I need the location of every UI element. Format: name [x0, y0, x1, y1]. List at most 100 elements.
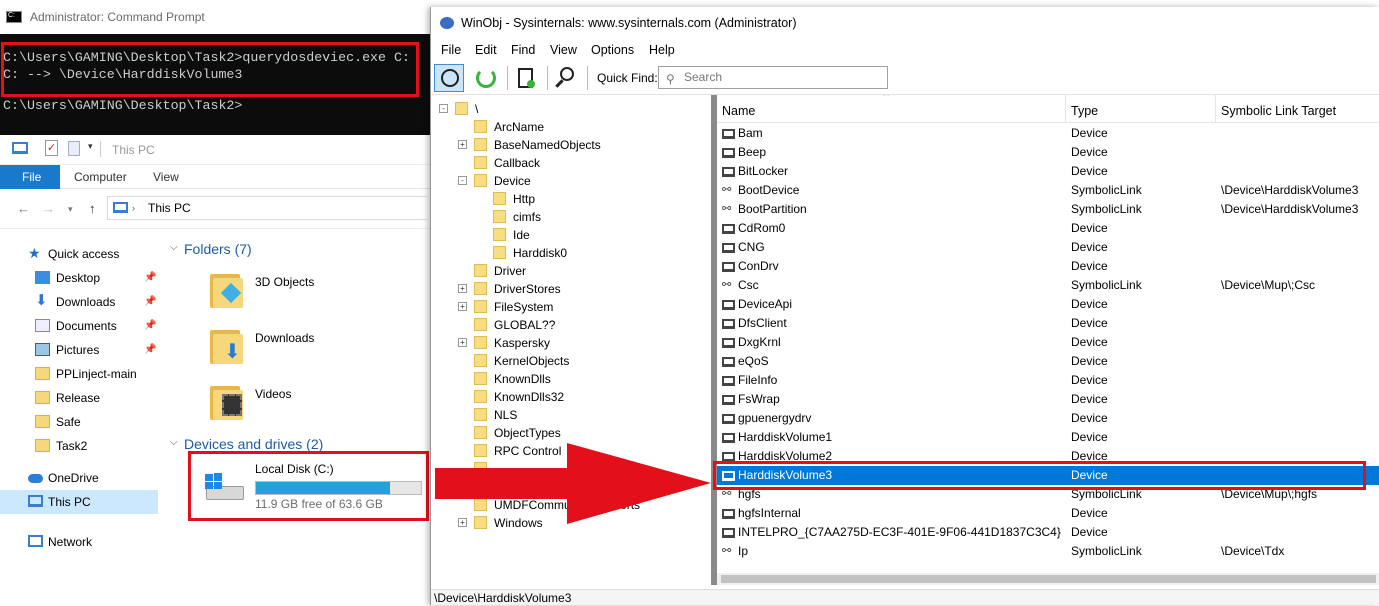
menu-options[interactable]: Options	[591, 43, 634, 57]
ribbon-tab-file[interactable]: File	[0, 165, 60, 189]
list-row[interactable]: FileInfo Device	[717, 371, 1379, 390]
nav-item-pplinject-main[interactable]: PPLinject-main	[0, 362, 158, 386]
tree-node[interactable]: Callback	[474, 154, 711, 172]
new-folder-icon[interactable]	[68, 141, 80, 156]
list-row[interactable]: DfsClient Device	[717, 314, 1379, 333]
ribbon-tab-computer[interactable]: Computer	[74, 165, 127, 189]
cmd-title-bar[interactable]: Administrator: Command Prompt	[0, 0, 440, 34]
tree-node[interactable]: - Device	[458, 172, 711, 190]
nav-item-this-pc[interactable]: This PC	[0, 490, 158, 514]
collapse-minus-icon[interactable]: -	[439, 104, 448, 113]
tree-node[interactable]: KnownDlls32	[474, 388, 711, 406]
folder-label[interactable]: Videos	[255, 387, 291, 401]
nav-item-desktop[interactable]: Desktop 📌	[0, 266, 158, 290]
nav-item-release[interactable]: Release	[0, 386, 158, 410]
tree-node[interactable]: + FileSystem	[458, 298, 711, 316]
drives-group-header[interactable]: ⌵ Devices and drives (2)	[170, 436, 323, 452]
column-symlink-target[interactable]: Symbolic Link Target	[1216, 95, 1379, 123]
tree-node[interactable]: KernelObjects	[474, 352, 711, 370]
column-type[interactable]: Type	[1066, 95, 1216, 123]
ribbon-tab-view[interactable]: View	[153, 165, 179, 189]
folders-group-header[interactable]: ⌵ Folders (7)	[170, 241, 252, 257]
list-row[interactable]: ⚯ Csc SymbolicLink \Device\Mup\;Csc	[717, 276, 1379, 295]
refresh-button[interactable]	[471, 64, 501, 92]
horizontal-scrollbar[interactable]	[717, 573, 1379, 585]
address-bar[interactable]: › This PC	[107, 196, 427, 220]
dropdown-icon[interactable]: ▾	[88, 141, 93, 152]
tree-node[interactable]: Http	[493, 190, 711, 208]
pin-icon[interactable]: 📌	[144, 290, 156, 314]
list-row[interactable]: ⚯ Ip SymbolicLink \Device\Tdx	[717, 542, 1379, 561]
tree-node[interactable]: cimfs	[493, 208, 711, 226]
folder-label[interactable]: 3D Objects	[255, 275, 314, 289]
forward-arrow-icon[interactable]: →	[42, 201, 55, 216]
menu-view[interactable]: View	[550, 43, 577, 57]
folder-videos-icon[interactable]	[210, 382, 244, 420]
tree-node[interactable]: ObjectTypes	[474, 424, 711, 442]
menu-help[interactable]: Help	[649, 43, 675, 57]
nav-item-network[interactable]: Network	[0, 530, 158, 554]
nav-item-onedrive[interactable]: OneDrive	[0, 466, 158, 490]
up-arrow-icon[interactable]: ↑	[89, 201, 96, 216]
folder-downloads-icon[interactable]: ⬇	[210, 326, 244, 364]
pin-icon[interactable]: 📌	[144, 266, 156, 290]
list-row[interactable]: CdRom0 Device	[717, 219, 1379, 238]
tree-node[interactable]: - \	[439, 100, 696, 118]
list-row[interactable]: ⚯ BootPartition SymbolicLink \Device\Harddi…	[717, 200, 1379, 219]
recent-chevron-icon[interactable]: ▾	[68, 204, 73, 215]
object-list[interactable]: Name ^ Type Symbolic Link Target Bam Devi…	[717, 95, 1379, 573]
nav-item-pictures[interactable]: Pictures 📌	[0, 338, 158, 362]
list-row[interactable]: CNG Device	[717, 238, 1379, 257]
tree-node[interactable]: + Kaspersky	[458, 334, 711, 352]
menu-edit[interactable]: Edit	[475, 43, 497, 57]
list-row[interactable]: ConDrv Device	[717, 257, 1379, 276]
menu-find[interactable]: Find	[511, 43, 535, 57]
column-name[interactable]: Name	[717, 95, 1066, 123]
list-row[interactable]: DxgKrnl Device	[717, 333, 1379, 352]
nav-item-safe[interactable]: Safe	[0, 410, 158, 434]
folder-3d-objects-icon[interactable]	[210, 270, 244, 308]
tree-node[interactable]: ArcName	[474, 118, 711, 136]
tree-node[interactable]: Harddisk0	[493, 244, 711, 262]
list-row[interactable]: FsWrap Device	[717, 390, 1379, 409]
expand-plus-icon[interactable]: +	[458, 302, 467, 311]
expand-plus-icon[interactable]: +	[458, 338, 467, 347]
quick-find-input[interactable]: ⚲ Search	[658, 66, 888, 89]
list-row[interactable]: gpuenergydrv Device	[717, 409, 1379, 428]
tree-node[interactable]: Ide	[493, 226, 711, 244]
nav-item-quick-access[interactable]: ★ Quick access	[0, 242, 158, 266]
list-row[interactable]: hgfsInternal Device	[717, 504, 1379, 523]
menu-file[interactable]: File	[441, 43, 461, 57]
back-arrow-icon[interactable]: ←	[17, 201, 30, 216]
expand-plus-icon[interactable]: +	[458, 284, 467, 293]
nav-item-documents[interactable]: Documents 📌	[0, 314, 158, 338]
list-row[interactable]: ⚯ BootDevice SymbolicLink \Device\HarddiskV…	[717, 181, 1379, 200]
list-row[interactable]: INTELPRO_{C7AA275D-EC3F-401E-9F06-441D18…	[717, 523, 1379, 542]
scrollbar-thumb[interactable]	[721, 575, 1376, 583]
tree-node[interactable]: + BaseNamedObjects	[458, 136, 711, 154]
tree-node[interactable]: Driver	[474, 262, 711, 280]
winobj-title-bar[interactable]: WinObj - Sysinternals: www.sysinternals.…	[431, 7, 1379, 39]
list-row[interactable]: Beep Device	[717, 143, 1379, 162]
properties-button[interactable]	[511, 64, 541, 92]
file-explorer-window[interactable]: ✓ ▾ This PC File Computer View ← → ▾ ↑ ›…	[0, 135, 432, 605]
pin-icon[interactable]: 📌	[144, 314, 156, 338]
pin-icon[interactable]: 📌	[144, 338, 156, 362]
list-row[interactable]: HarddiskVolume1 Device	[717, 428, 1379, 447]
list-row[interactable]: eQoS Device	[717, 352, 1379, 371]
tree-node[interactable]: GLOBAL??	[474, 316, 711, 334]
nav-item-task2[interactable]: Task2	[0, 434, 158, 458]
collapse-minus-icon[interactable]: -	[458, 176, 467, 185]
properties-icon[interactable]: ✓	[45, 140, 58, 156]
nav-item-downloads[interactable]: ⬇ Downloads 📌	[0, 290, 158, 314]
auto-refresh-button[interactable]	[434, 64, 464, 92]
folder-label[interactable]: Downloads	[255, 331, 314, 345]
expand-plus-icon[interactable]: +	[458, 140, 467, 149]
list-row[interactable]: DeviceApi Device	[717, 295, 1379, 314]
find-button[interactable]	[551, 64, 581, 92]
tree-node[interactable]: NLS	[474, 406, 711, 424]
tree-node[interactable]: + DriverStores	[458, 280, 711, 298]
tree-node[interactable]: KnownDlls	[474, 370, 711, 388]
list-row[interactable]: Bam Device	[717, 124, 1379, 143]
list-row[interactable]: BitLocker Device	[717, 162, 1379, 181]
